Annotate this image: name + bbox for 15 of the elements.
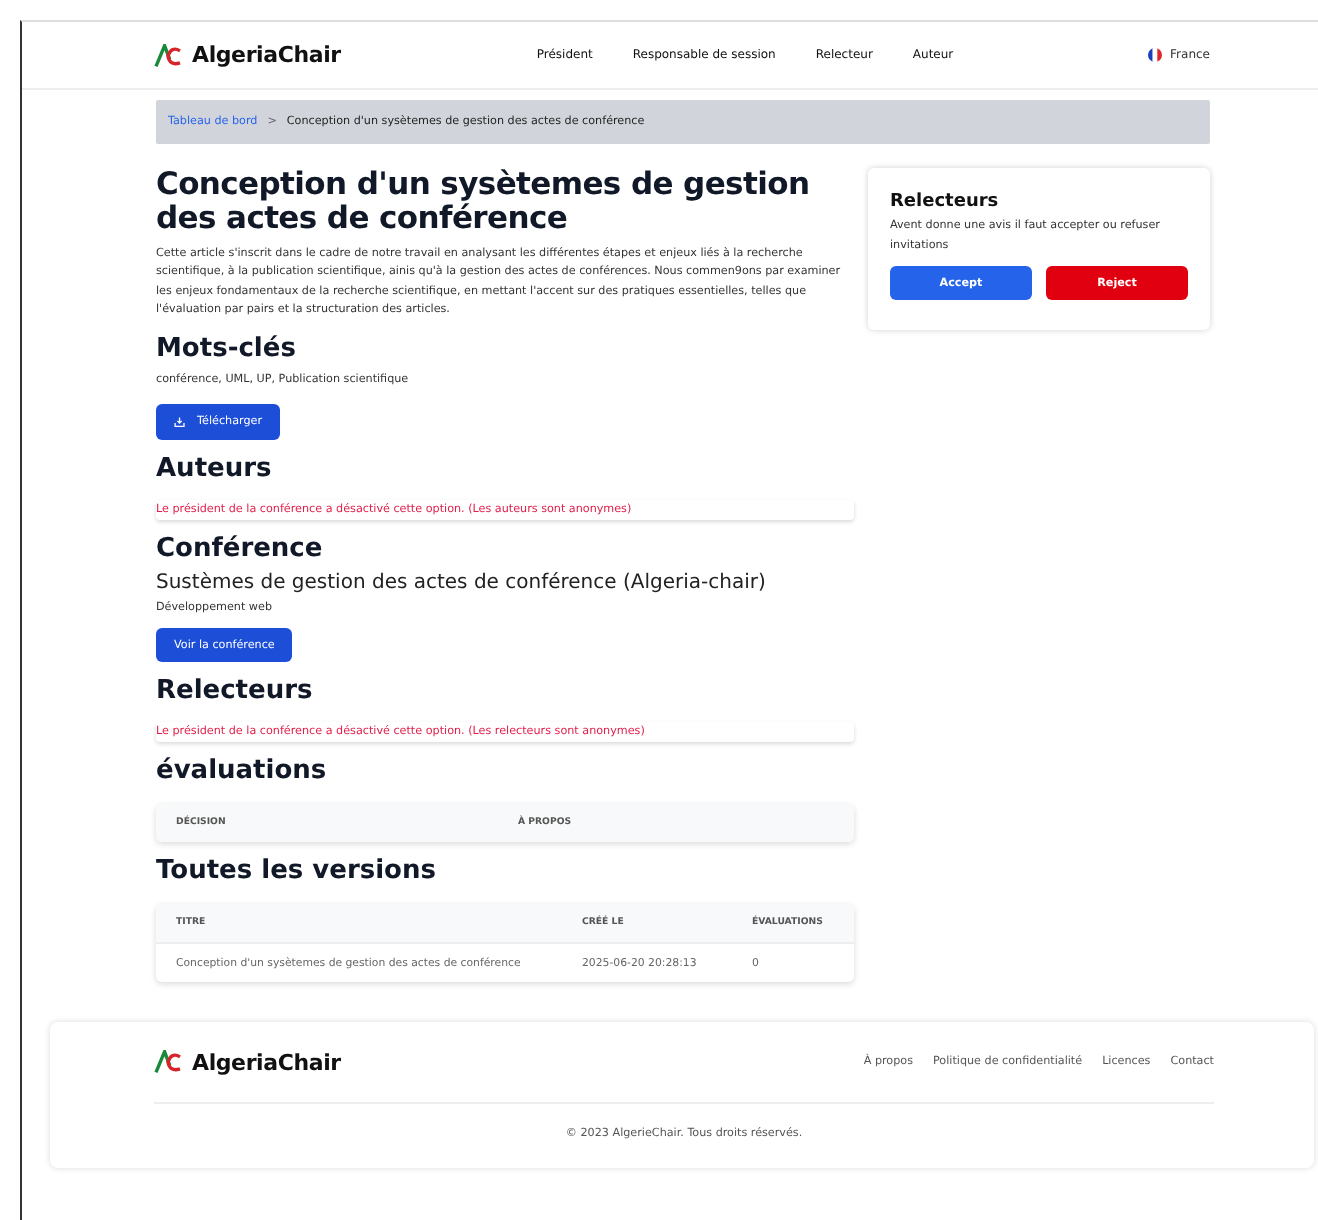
- logo-icon: [154, 43, 182, 67]
- flag-icon: [1148, 48, 1163, 62]
- section-heading: Toutes les versions: [156, 856, 438, 889]
- section-heading: Relecteurs: [156, 676, 315, 709]
- section-heading: évaluations: [156, 756, 329, 789]
- download-icon: [174, 414, 186, 431]
- card-title: Relecteurs: [890, 192, 1001, 212]
- conference-name: Sustèmes de gestion des actes de conférence (Algeria-chair): [156, 572, 768, 595]
- logo-icon: [154, 1050, 182, 1075]
- section-heading: Mots-clés: [156, 334, 298, 367]
- brand-name[interactable]: AlgeriaChair: [192, 1049, 341, 1076]
- section-heading: Auteurs: [156, 454, 274, 487]
- brand-name[interactable]: AlgeriaChair: [192, 42, 341, 68]
- section-heading: Conférence: [156, 534, 325, 567]
- article-title: Conception d'un sysètemes de gestion des actes de conférence: [156, 168, 812, 236]
